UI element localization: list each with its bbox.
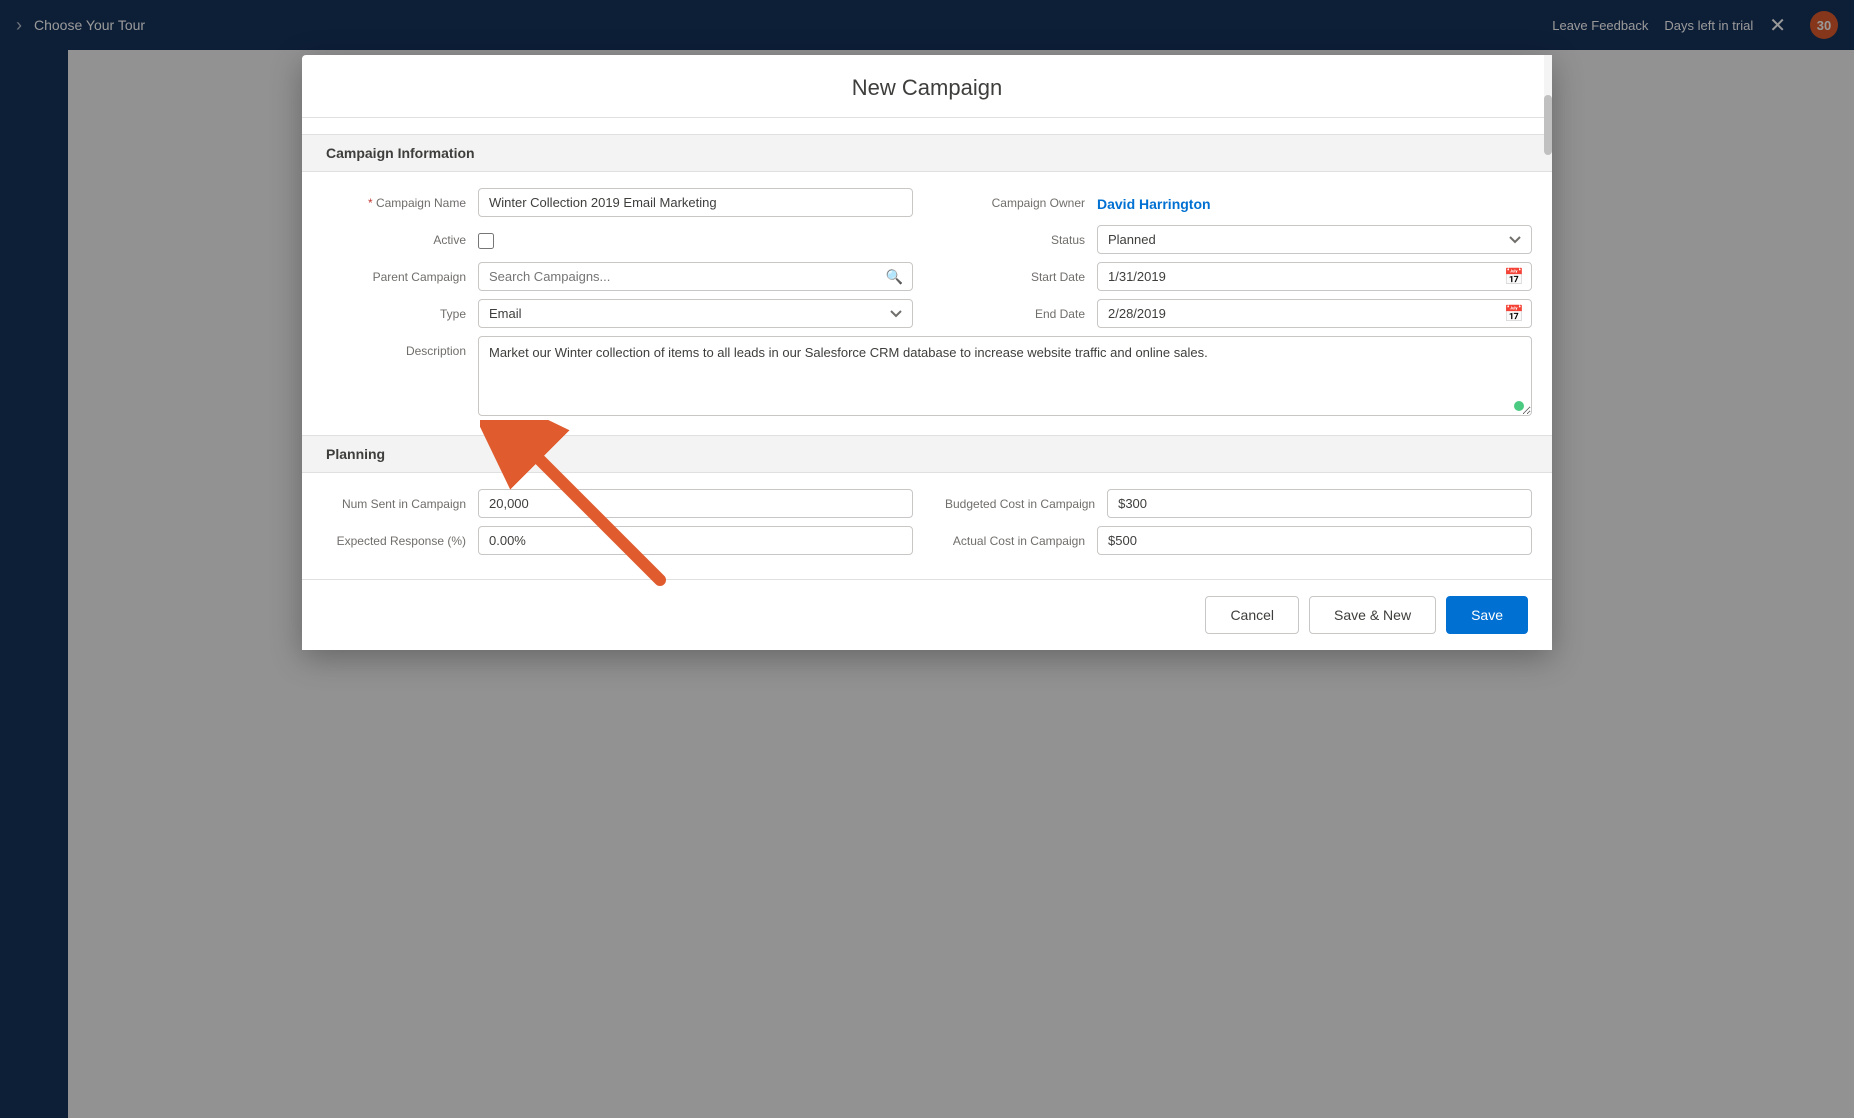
start-date-input[interactable] xyxy=(1097,262,1532,291)
modal-footer: Cancel Save & New Save xyxy=(302,579,1552,650)
end-date-control: 📅 xyxy=(1097,299,1532,328)
description-textarea[interactable]: Market our Winter collection of items to… xyxy=(478,336,1532,416)
end-date-wrapper: 📅 xyxy=(1097,299,1532,328)
budgeted-cost-label: Budgeted Cost in Campaign xyxy=(945,489,1095,511)
planning-section-header: Planning xyxy=(302,435,1552,473)
campaign-name-row: Campaign Name xyxy=(326,188,913,217)
cancel-button[interactable]: Cancel xyxy=(1205,596,1299,634)
expected-response-label: Expected Response (%) xyxy=(326,526,466,548)
type-label: Type xyxy=(326,299,466,321)
description-control: Market our Winter collection of items to… xyxy=(478,336,1532,419)
end-date-label: End Date xyxy=(945,299,1085,321)
budgeted-cost-control xyxy=(1107,489,1532,518)
active-label: Active xyxy=(326,225,466,247)
end-date-calendar-icon[interactable]: 📅 xyxy=(1504,304,1524,324)
status-control: Planned In Progress Completed Aborted xyxy=(1097,225,1532,254)
campaign-name-label: Campaign Name xyxy=(326,188,466,210)
form-grid-row1: Campaign Name Campaign Owner David Harri… xyxy=(326,188,1532,217)
num-sent-label: Num Sent in Campaign xyxy=(326,489,466,511)
green-dot-indicator xyxy=(1514,401,1524,411)
start-date-row: Start Date 📅 xyxy=(945,262,1532,291)
active-control xyxy=(478,225,913,249)
scroll-indicator[interactable] xyxy=(1544,55,1552,117)
actual-cost-control xyxy=(1097,526,1532,555)
campaign-owner-row: Campaign Owner David Harrington xyxy=(945,188,1532,217)
start-date-control: 📅 xyxy=(1097,262,1532,291)
modal-body: Campaign Information Campaign Name Campa… xyxy=(302,118,1552,579)
campaign-name-control xyxy=(478,188,913,217)
active-checkbox-wrapper xyxy=(478,225,913,249)
search-icon: 🔍 xyxy=(886,268,903,285)
expected-response-control xyxy=(478,526,913,555)
campaign-owner-value: David Harrington xyxy=(1097,188,1532,212)
description-label: Description xyxy=(326,336,466,358)
num-sent-row: Num Sent in Campaign xyxy=(326,489,913,518)
save-button[interactable]: Save xyxy=(1446,596,1528,634)
actual-cost-label: Actual Cost in Campaign xyxy=(945,526,1085,548)
campaign-name-input[interactable] xyxy=(478,188,913,217)
num-sent-control xyxy=(478,489,913,518)
status-label: Status xyxy=(945,225,1085,247)
description-row: Description Market our Winter collection… xyxy=(326,336,1532,419)
end-date-input[interactable] xyxy=(1097,299,1532,328)
new-campaign-modal: New Campaign Campaign Information Campai… xyxy=(302,55,1552,650)
actual-cost-input[interactable] xyxy=(1097,526,1532,555)
budgeted-cost-input[interactable] xyxy=(1107,489,1532,518)
active-row: Active xyxy=(326,225,913,254)
campaign-owner-label: Campaign Owner xyxy=(945,188,1085,210)
start-date-wrapper: 📅 xyxy=(1097,262,1532,291)
form-grid-row4: Type Email Direct Mail Banner Ads Webina… xyxy=(326,299,1532,328)
planning-grid-row2: Expected Response (%) Actual Cost in Cam… xyxy=(326,526,1532,555)
start-date-label: Start Date xyxy=(945,262,1085,284)
num-sent-input[interactable] xyxy=(478,489,913,518)
status-row: Status Planned In Progress Completed Abo… xyxy=(945,225,1532,254)
campaign-info-section-header: Campaign Information xyxy=(302,134,1552,172)
modal-title: New Campaign xyxy=(326,75,1528,101)
type-select[interactable]: Email Direct Mail Banner Ads Webinar Con… xyxy=(478,299,913,328)
parent-campaign-search-wrapper: 🔍 xyxy=(478,262,913,291)
type-control: Email Direct Mail Banner Ads Webinar Con… xyxy=(478,299,913,328)
parent-campaign-control: 🔍 xyxy=(478,262,913,291)
save-and-new-button[interactable]: Save & New xyxy=(1309,596,1436,634)
budgeted-cost-row: Budgeted Cost in Campaign xyxy=(945,489,1532,518)
type-row: Type Email Direct Mail Banner Ads Webina… xyxy=(326,299,913,328)
planning-grid-row1: Num Sent in Campaign Budgeted Cost in Ca… xyxy=(326,489,1532,518)
active-checkbox[interactable] xyxy=(478,233,494,249)
parent-campaign-row: Parent Campaign 🔍 xyxy=(326,262,913,291)
parent-campaign-input[interactable] xyxy=(478,262,913,291)
parent-campaign-label: Parent Campaign xyxy=(326,262,466,284)
campaign-owner-control: David Harrington xyxy=(1097,188,1532,212)
status-select[interactable]: Planned In Progress Completed Aborted xyxy=(1097,225,1532,254)
expected-response-row: Expected Response (%) xyxy=(326,526,913,555)
form-grid-row2: Active Status Planned In Progress Comple… xyxy=(326,225,1532,254)
expected-response-input[interactable] xyxy=(478,526,913,555)
start-date-calendar-icon[interactable]: 📅 xyxy=(1504,267,1524,287)
modal-header: New Campaign xyxy=(302,55,1552,118)
form-grid-row3: Parent Campaign 🔍 Start Date 📅 xyxy=(326,262,1532,291)
scroll-thumb[interactable] xyxy=(1544,95,1552,155)
actual-cost-row: Actual Cost in Campaign xyxy=(945,526,1532,555)
end-date-row: End Date 📅 xyxy=(945,299,1532,328)
